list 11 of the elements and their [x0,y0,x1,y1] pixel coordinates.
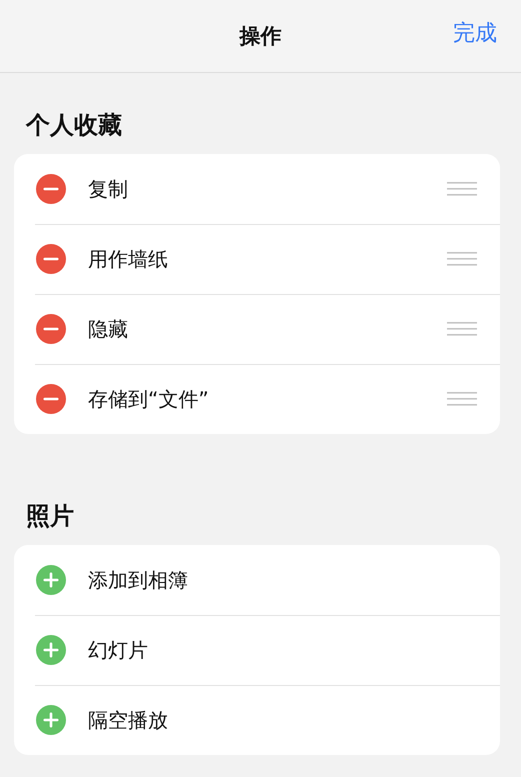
action-label: 隐藏 [88,316,129,342]
section-title: 个人收藏 [26,110,123,141]
action-label: 幻灯片 [88,636,149,664]
action-label: 存储到“文件” [88,386,210,412]
action-label: 用作墙纸 [88,246,169,272]
action-label: 复制 [88,176,129,202]
done-button[interactable]: 完成 [453,18,497,48]
action-label: 添加到相簿 [88,566,189,594]
action-label: 隔空播放 [88,706,169,734]
section-title: 照片 [26,501,75,532]
navigation-title: 操作 [240,23,282,50]
